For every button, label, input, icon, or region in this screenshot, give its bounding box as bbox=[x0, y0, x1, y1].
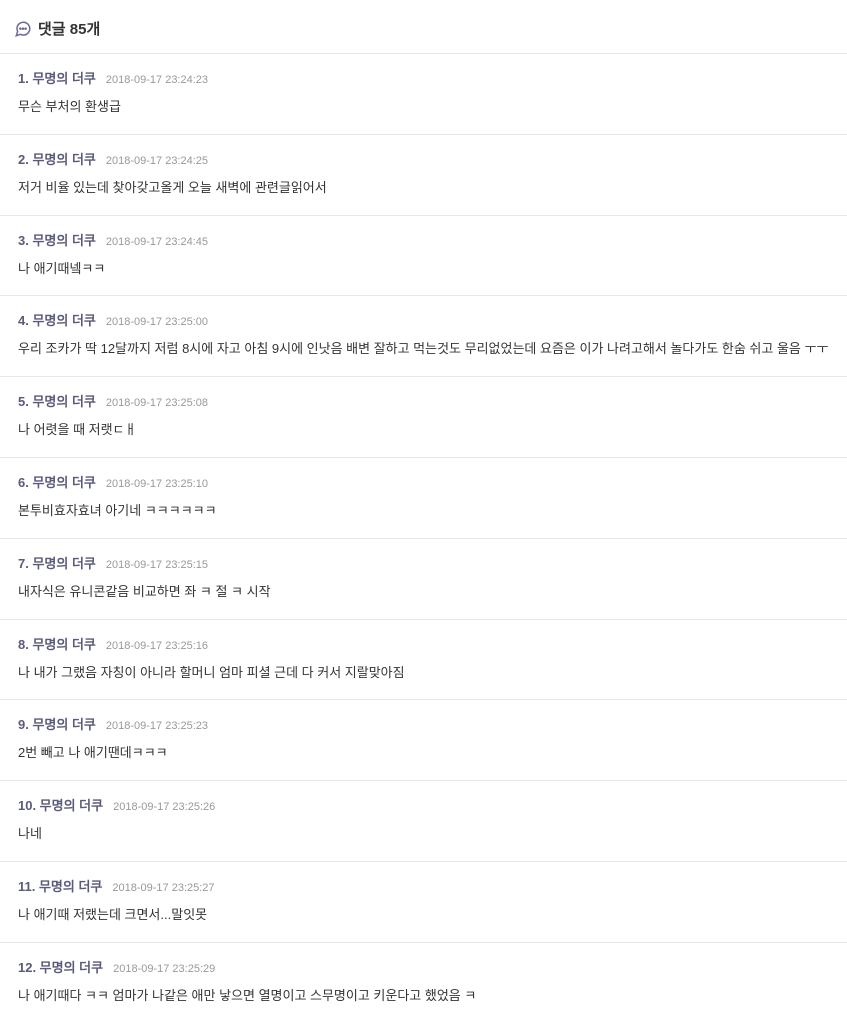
comment-author[interactable]: 4. 무명의 더쿠 bbox=[18, 310, 96, 329]
comment-head: 11. 무명의 더쿠 2018-09-17 23:25:27 bbox=[18, 876, 829, 895]
comment-author[interactable]: 5. 무명의 더쿠 bbox=[18, 391, 96, 410]
comment-list: 1. 무명의 더쿠 2018-09-17 23:24:23 무슨 부처의 환생급 2.… bbox=[0, 53, 847, 1023]
comments-header: 댓글 85개 bbox=[0, 10, 847, 53]
comment-body: 나 애기때 저랬는데 크면서...말잇못 bbox=[18, 905, 829, 926]
comment-body: 나 애기때넼ㅋㅋ bbox=[18, 259, 829, 280]
comment-item: 9. 무명의 더쿠 2018-09-17 23:25:23 2번 빼고 나 애기땐데… bbox=[0, 699, 847, 780]
comment-head: 4. 무명의 더쿠 2018-09-17 23:25:00 bbox=[18, 310, 829, 329]
comment-author[interactable]: 12. 무명의 더쿠 bbox=[18, 957, 103, 976]
comment-author[interactable]: 7. 무명의 더쿠 bbox=[18, 553, 96, 572]
comment-timestamp: 2018-09-17 23:25:26 bbox=[113, 801, 215, 813]
comment-timestamp: 2018-09-17 23:25:10 bbox=[106, 478, 208, 490]
comment-timestamp: 2018-09-17 23:24:45 bbox=[106, 236, 208, 248]
comment-timestamp: 2018-09-17 23:25:15 bbox=[106, 559, 208, 571]
comment-item: 2. 무명의 더쿠 2018-09-17 23:24:25 저거 비율 있는데 찾아… bbox=[0, 134, 847, 215]
comment-body: 나 애기때다 ㅋㅋ 엄마가 나같은 애만 낳으면 열명이고 스무명이고 키운다고… bbox=[18, 986, 829, 1007]
comment-head: 2. 무명의 더쿠 2018-09-17 23:24:25 bbox=[18, 149, 829, 168]
comment-body: 2번 빼고 나 애기땐데ㅋㅋㅋ bbox=[18, 743, 829, 764]
comment-author[interactable]: 9. 무명의 더쿠 bbox=[18, 714, 96, 733]
comment-head: 8. 무명의 더쿠 2018-09-17 23:25:16 bbox=[18, 634, 829, 653]
comment-body: 저거 비율 있는데 찾아갖고올게 오늘 새벽에 관련글읽어서 bbox=[18, 178, 829, 199]
comment-item: 6. 무명의 더쿠 2018-09-17 23:25:10 본투비효자효녀 아기네 … bbox=[0, 457, 847, 538]
comment-head: 6. 무명의 더쿠 2018-09-17 23:25:10 bbox=[18, 472, 829, 491]
comments-title: 댓글 85개 bbox=[38, 18, 100, 39]
comment-head: 9. 무명의 더쿠 2018-09-17 23:25:23 bbox=[18, 714, 829, 733]
comment-item: 4. 무명의 더쿠 2018-09-17 23:25:00 우리 조카가 딱 12달… bbox=[0, 295, 847, 376]
comment-body: 나 어렷을 때 저랫ㄷㅐ bbox=[18, 420, 829, 441]
comment-author[interactable]: 11. 무명의 더쿠 bbox=[18, 876, 102, 895]
comment-head: 1. 무명의 더쿠 2018-09-17 23:24:23 bbox=[18, 68, 829, 87]
comment-timestamp: 2018-09-17 23:25:08 bbox=[106, 397, 208, 409]
comment-timestamp: 2018-09-17 23:25:00 bbox=[106, 316, 208, 328]
comment-item: 11. 무명의 더쿠 2018-09-17 23:25:27 나 애기때 저랬는데 … bbox=[0, 861, 847, 942]
comments-count: 85개 bbox=[70, 21, 101, 38]
comment-icon bbox=[14, 20, 32, 38]
comment-author[interactable]: 1. 무명의 더쿠 bbox=[18, 68, 96, 87]
comment-author[interactable]: 6. 무명의 더쿠 bbox=[18, 472, 96, 491]
comment-head: 10. 무명의 더쿠 2018-09-17 23:25:26 bbox=[18, 795, 829, 814]
comment-head: 3. 무명의 더쿠 2018-09-17 23:24:45 bbox=[18, 230, 829, 249]
comment-author[interactable]: 2. 무명의 더쿠 bbox=[18, 149, 96, 168]
comment-author[interactable]: 8. 무명의 더쿠 bbox=[18, 634, 96, 653]
comment-item: 10. 무명의 더쿠2018-09-17 23:25:26나네 bbox=[0, 780, 847, 861]
comment-head: 5. 무명의 더쿠 2018-09-17 23:25:08 bbox=[18, 391, 829, 410]
comment-item: 7. 무명의 더쿠 2018-09-17 23:25:15 내자식은 유니콘같음 비… bbox=[0, 538, 847, 619]
comment-body: 우리 조카가 딱 12달까지 저럼 8시에 자고 아침 9시에 인낫음 배변 잘… bbox=[18, 339, 829, 360]
comment-item: 12. 무명의 더쿠 2018-09-17 23:25:29 나 애기때다 ㅋㅋ 엄… bbox=[0, 942, 847, 1023]
comment-body: 본투비효자효녀 아기네 ㅋㅋㅋㅋㅋㅋ bbox=[18, 501, 829, 522]
comment-timestamp: 2018-09-17 23:25:16 bbox=[106, 640, 208, 652]
comment-item: 8. 무명의 더쿠 2018-09-17 23:25:16 나 내가 그랬음 자칭이… bbox=[0, 619, 847, 700]
comment-item: 5. 무명의 더쿠 2018-09-17 23:25:08 나 어렷을 때 저랫ㄷㅐ bbox=[0, 376, 847, 457]
comment-timestamp: 2018-09-17 23:24:23 bbox=[106, 74, 208, 86]
comment-timestamp: 2018-09-17 23:25:29 bbox=[113, 963, 215, 975]
comment-item: 1. 무명의 더쿠 2018-09-17 23:24:23 무슨 부처의 환생급 bbox=[0, 53, 847, 134]
comment-body: 무슨 부처의 환생급 bbox=[18, 97, 829, 118]
comment-head: 7. 무명의 더쿠 2018-09-17 23:25:15 bbox=[18, 553, 829, 572]
comments-title-prefix: 댓글 bbox=[38, 21, 66, 38]
comment-body: 내자식은 유니콘같음 비교하면 좌 ㅋ 절 ㅋ 시작 bbox=[18, 582, 829, 603]
comment-body: 나 내가 그랬음 자칭이 아니라 할머니 엄마 피셜 근데 다 커서 지랄맞아짐 bbox=[18, 663, 829, 684]
comment-timestamp: 2018-09-17 23:24:25 bbox=[106, 155, 208, 167]
comment-timestamp: 2018-09-17 23:25:23 bbox=[106, 720, 208, 732]
comment-author[interactable]: 3. 무명의 더쿠 bbox=[18, 230, 96, 249]
comment-timestamp: 2018-09-17 23:25:27 bbox=[112, 882, 214, 894]
comment-author[interactable]: 10. 무명의 더쿠 bbox=[18, 795, 103, 814]
comment-item: 3. 무명의 더쿠 2018-09-17 23:24:45 나 애기때넼ㅋㅋ bbox=[0, 215, 847, 296]
comment-head: 12. 무명의 더쿠 2018-09-17 23:25:29 bbox=[18, 957, 829, 976]
